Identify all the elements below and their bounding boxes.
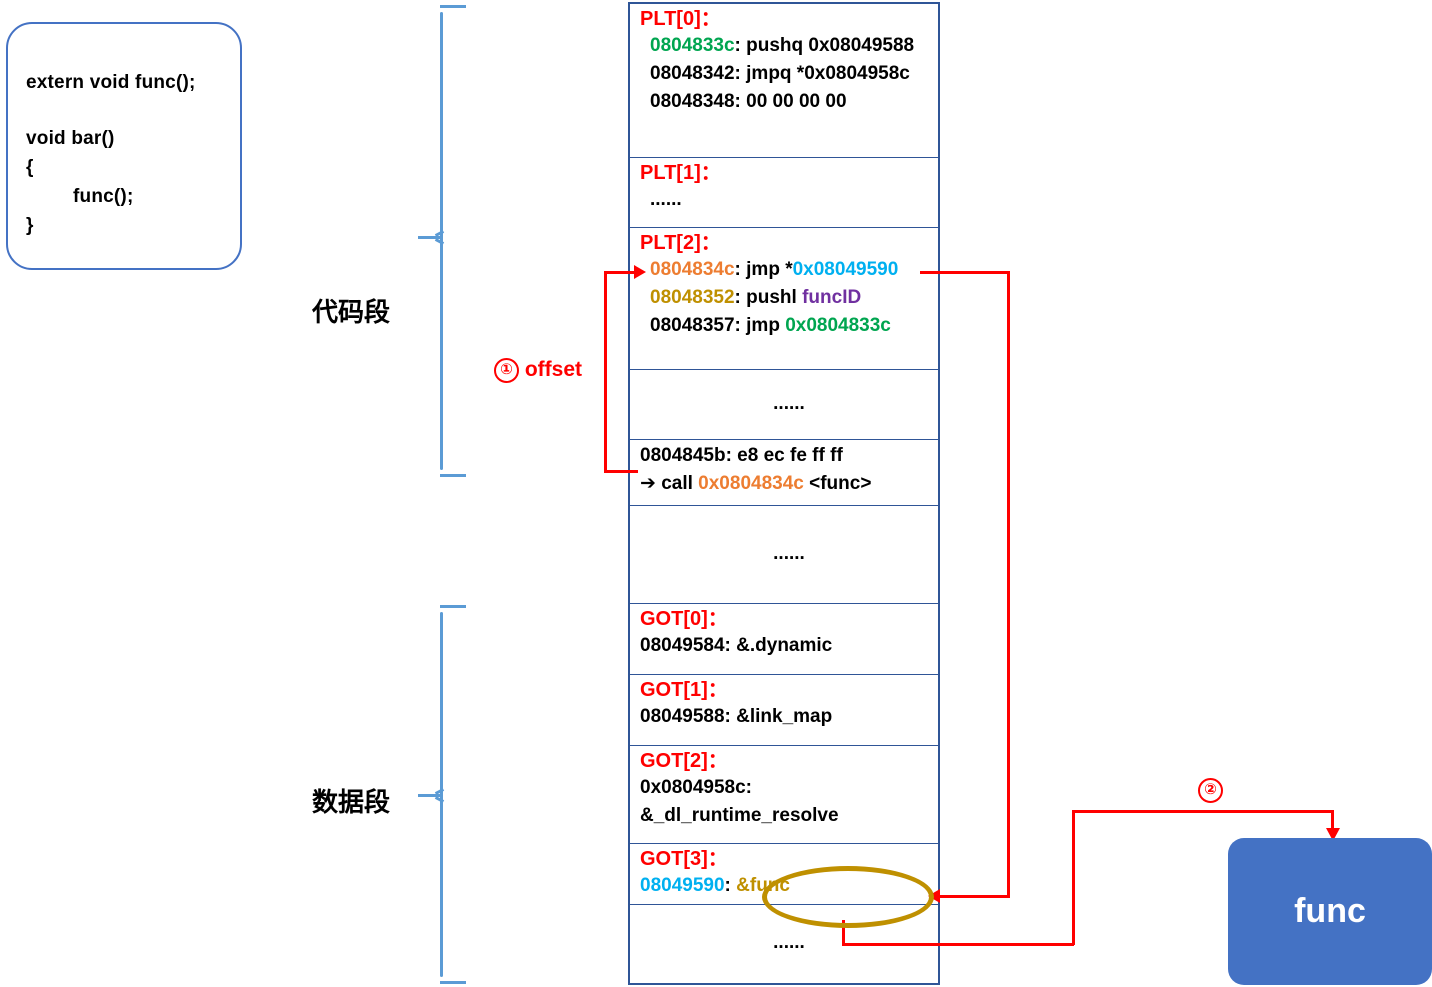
ellipsis-text: ...... xyxy=(773,543,805,564)
plt-to-got-line-v xyxy=(1007,271,1010,897)
got-to-func-line-h2 xyxy=(1072,810,1334,813)
memory-row-header: GOT[1]： xyxy=(640,679,728,701)
asm-token: 08048352 xyxy=(650,287,735,308)
asm-token: ...... xyxy=(650,189,682,210)
memory-row-header: GOT[2]： xyxy=(640,750,728,772)
code-line-func-call: func(); xyxy=(73,186,134,207)
resolve-number: ② xyxy=(1198,778,1223,803)
memory-row-header: GOT[0]： xyxy=(640,608,728,630)
code-line-extern: extern void func(); xyxy=(26,72,196,93)
asm-token: : xyxy=(724,875,737,896)
memory-row-line: ...... xyxy=(640,186,938,214)
memory-row-line: &_dl_runtime_resolve xyxy=(640,802,938,830)
asm-token: 08048342: jmpq *0x0804958c xyxy=(650,63,910,84)
plt-to-got-line-h1 xyxy=(920,271,1010,274)
asm-token: 0804834c xyxy=(650,259,735,280)
memory-row: GOT[0]： 08049584: &.dynamic xyxy=(630,604,938,675)
code-line-void-bar: void bar() xyxy=(26,128,115,149)
call-to-plt-line-h2 xyxy=(604,271,636,274)
resolve-annotation: ② xyxy=(1198,778,1223,803)
func-box[interactable]: func xyxy=(1228,838,1432,985)
asm-token: 0x0804834c xyxy=(698,473,804,494)
code-segment-brace xyxy=(418,4,468,478)
memory-row-line: 08048342: jmpq *0x0804958c xyxy=(640,60,938,88)
memory-layout-table: PLT[0]： 0804833c: pushq 0x08049588 0804834… xyxy=(628,2,940,985)
data-segment-label: 数据段 xyxy=(312,787,391,817)
asm-token: : pushl xyxy=(734,287,803,308)
memory-row-header: PLT[0]： xyxy=(640,8,721,30)
data-segment-brace xyxy=(418,604,468,985)
memory-row-line: 0804833c: pushq 0x08049588 xyxy=(640,32,938,60)
memory-row-header: PLT[2]： xyxy=(640,232,721,254)
memory-row-header: PLT[1]： xyxy=(640,162,721,184)
memory-row: PLT[0]： 0804833c: pushq 0x08049588 0804834… xyxy=(630,4,938,158)
asm-token: : pushq 0x08049588 xyxy=(734,35,915,56)
memory-row: 0804845b: e8 ec fe ff ff ➔ call 0x0804834… xyxy=(630,440,938,506)
got-to-func-line-h1 xyxy=(842,943,1074,946)
memory-row: GOT[1]： 08049588: &link_map xyxy=(630,675,938,746)
memory-row-header: GOT[3]： xyxy=(640,848,728,870)
asm-token: 0804833c xyxy=(650,35,735,56)
memory-row-line: 0804845b: e8 ec fe ff ff xyxy=(640,442,938,470)
memory-row-line: 08049584: &.dynamic xyxy=(640,632,938,660)
memory-row-line: 08049588: &link_map xyxy=(640,703,938,731)
asm-token: 08048348: 00 00 00 00 xyxy=(650,91,847,112)
memory-row-line: 08048352: pushl funcID xyxy=(640,284,938,312)
memory-row: ...... xyxy=(630,506,938,604)
asm-token: 0804845b: e8 ec fe ff ff xyxy=(640,445,843,466)
memory-row: PLT[1]：...... xyxy=(630,158,938,228)
memory-row-line: 08048348: 00 00 00 00 xyxy=(640,88,938,116)
asm-token: funcID xyxy=(802,287,862,308)
asm-token: 08049584: &.dynamic xyxy=(640,635,833,656)
memory-row: GOT[2]： 0x0804958c: &_dl_runtime_resolve xyxy=(630,746,938,844)
memory-row: PLT[2]： 0804834c: jmp *0x08049590 08048352… xyxy=(630,228,938,370)
asm-token: &_dl_runtime_resolve xyxy=(640,805,839,826)
asm-token: ➔ call xyxy=(640,473,699,494)
plt-to-got-line-h2 xyxy=(940,895,1010,898)
source-code-box: extern void func(); void bar() { func();… xyxy=(6,22,242,270)
offset-label: offset xyxy=(524,358,583,381)
func-box-label: func xyxy=(1294,892,1366,930)
asm-token: 08049588: &link_map xyxy=(640,706,833,727)
memory-row-line: 0x0804958c: xyxy=(640,774,938,802)
asm-token: : jmp * xyxy=(734,259,793,280)
memory-row-line: 08048357: jmp 0x0804833c xyxy=(640,312,938,340)
asm-token: 0x08049590 xyxy=(792,259,899,280)
memory-row: ...... xyxy=(630,370,938,440)
asm-token: 08049590 xyxy=(640,875,725,896)
ellipsis-text: ...... xyxy=(773,393,805,414)
memory-row-line: 0804834c: jmp *0x08049590 xyxy=(640,256,938,284)
call-to-plt-line-v xyxy=(604,271,607,473)
call-to-plt-arrowhead xyxy=(634,265,646,279)
offset-number: ① xyxy=(494,358,519,383)
memory-row-line: ➔ call 0x0804834c <func> xyxy=(640,470,938,498)
offset-annotation: ① offset xyxy=(494,358,582,383)
call-to-plt-line-h1 xyxy=(604,470,638,473)
asm-token: 0x0804833c xyxy=(785,315,891,336)
code-line-open-brace: { xyxy=(26,157,34,178)
asm-token: 0x0804958c: xyxy=(640,777,752,798)
code-line-close-brace: } xyxy=(26,215,34,236)
code-segment-label: 代码段 xyxy=(312,297,391,327)
asm-token: <func> xyxy=(803,473,872,494)
got-func-highlight-ellipse xyxy=(762,866,934,928)
asm-token: 08048357: jmp xyxy=(650,315,786,336)
got-to-func-line-v2 xyxy=(1072,810,1075,945)
